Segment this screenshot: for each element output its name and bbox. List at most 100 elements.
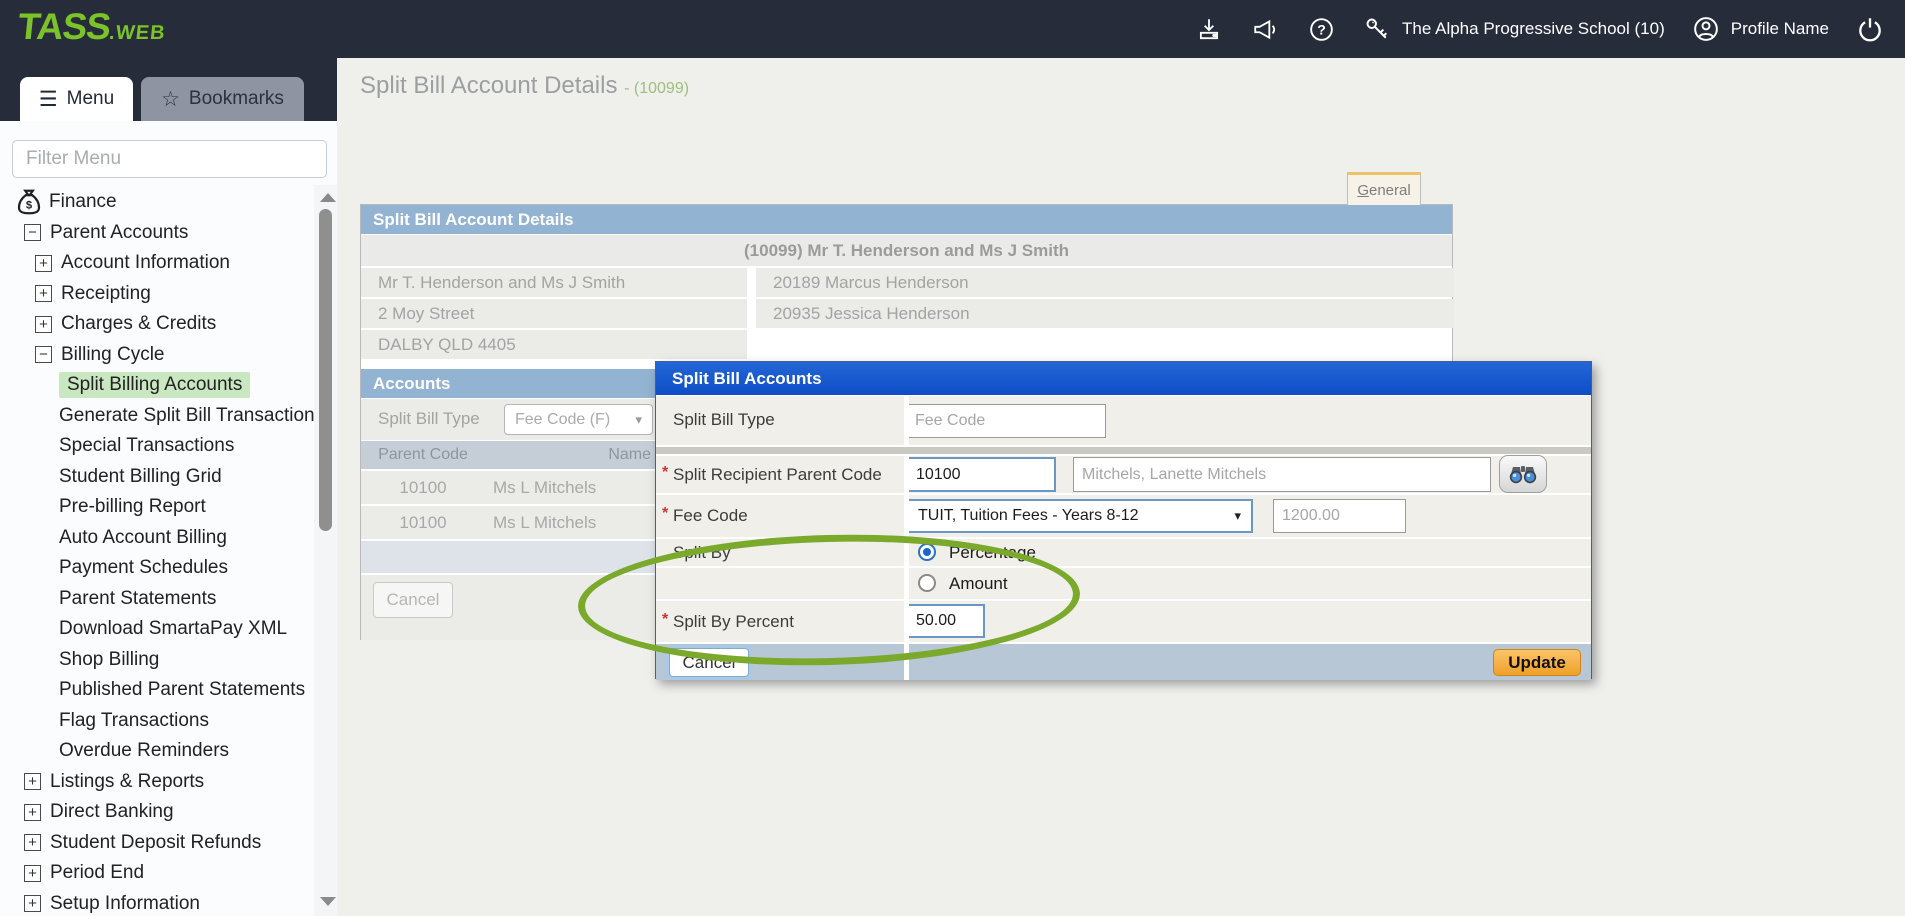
- sidebar-item[interactable]: Flag Transactions: [0, 706, 318, 737]
- sidebar-item-label: Billing Cycle: [61, 344, 164, 366]
- logout-icon[interactable]: [1855, 14, 1885, 44]
- cell-parent-code: 10100: [361, 471, 485, 504]
- sidebar-item[interactable]: Generate Split Bill Transactions: [0, 401, 318, 432]
- sidebar-item[interactable]: Pre-billing Report: [0, 492, 318, 523]
- scroll-up-icon[interactable]: [320, 193, 336, 202]
- split-bill-accounts-modal: Split Bill Accounts Split Bill Type * Sp…: [655, 361, 1592, 679]
- hamburger-icon: ☰: [39, 89, 58, 110]
- sidebar-item-label: Charges & Credits: [61, 313, 216, 335]
- sidebar-item-label: Flag Transactions: [59, 710, 209, 732]
- filter-menu-input[interactable]: [12, 140, 327, 178]
- radio-amount[interactable]: [918, 574, 936, 592]
- sidebar-item-label: Shop Billing: [59, 649, 159, 671]
- student-line: 20189 Marcus Henderson: [756, 268, 1454, 297]
- sidebar-item[interactable]: +Account Information: [0, 248, 318, 279]
- sidebar-item[interactable]: Payment Schedules: [0, 553, 318, 584]
- collapse-icon[interactable]: −: [24, 224, 41, 241]
- expand-icon[interactable]: +: [24, 865, 41, 882]
- expand-icon[interactable]: +: [35, 255, 52, 272]
- accounts-cancel-button[interactable]: Cancel: [373, 582, 453, 618]
- split-bill-type-field[interactable]: [906, 404, 1106, 438]
- tass-logo: TASS.WEB: [16, 6, 169, 48]
- svg-text:?: ?: [1317, 21, 1326, 37]
- fee-code-select[interactable]: TUIT, Tuition Fees - Years 8-12 ▾: [906, 499, 1253, 533]
- sidebar-item[interactable]: −Parent Accounts: [0, 218, 318, 249]
- sidebar-item[interactable]: + Student Deposit Refunds: [0, 828, 318, 859]
- expand-icon[interactable]: +: [24, 834, 41, 851]
- split-percent-label: Split By Percent: [673, 612, 794, 632]
- profile-name: Profile Name: [1731, 19, 1829, 39]
- sidebar-item[interactable]: −Billing Cycle: [0, 340, 318, 371]
- fee-amount-field[interactable]: [1273, 499, 1406, 533]
- modal-title: Split Bill Accounts: [656, 362, 1591, 395]
- scroll-down-icon[interactable]: [320, 897, 336, 906]
- expand-icon[interactable]: +: [35, 316, 52, 333]
- sidebar-item[interactable]: Overdue Reminders: [0, 736, 318, 767]
- sidebar-item[interactable]: +Period End: [0, 858, 318, 889]
- cell-name: Ms L Mitchels: [493, 471, 596, 504]
- logo-text: TASS: [16, 6, 112, 47]
- sidebar-item[interactable]: Student Billing Grid: [0, 462, 318, 493]
- sidebar-item[interactable]: + Setup Information: [0, 889, 318, 916]
- sidebar-item[interactable]: Split Billing Accounts: [0, 370, 318, 401]
- help-icon[interactable]: ?: [1306, 14, 1336, 44]
- modal-update-button[interactable]: Update: [1493, 649, 1581, 676]
- recipient-name-field[interactable]: [1073, 457, 1491, 492]
- sidebar-item-label: Generate Split Bill Transactions: [59, 405, 324, 427]
- page-title-text: Split Bill Account Details: [360, 72, 617, 99]
- page-title-account: - (10099): [624, 80, 689, 97]
- sidebar-item[interactable]: Special Transactions: [0, 431, 318, 462]
- sidebar-item-label: Student Deposit Refunds: [50, 832, 261, 854]
- expand-icon[interactable]: +: [24, 895, 41, 912]
- sidebar-item[interactable]: +Direct Banking: [0, 797, 318, 828]
- top-bar: TASS.WEB ? The Alpha Progressive School …: [0, 0, 1905, 58]
- tab-bookmarks-label: Bookmarks: [189, 88, 284, 110]
- expand-icon[interactable]: +: [24, 804, 41, 821]
- sidebar-scrollbar[interactable]: [314, 185, 337, 916]
- account-banner: (10099) Mr T. Henderson and Ms J Smith: [361, 235, 1452, 266]
- modal-row-recipient: * Split Recipient Parent Code: [656, 456, 1591, 493]
- binoculars-icon: [1509, 463, 1537, 485]
- sidebar-item[interactable]: +Receipting: [0, 279, 318, 310]
- chevron-down-icon: ▾: [1234, 508, 1241, 524]
- expand-icon[interactable]: +: [24, 773, 41, 790]
- modal-row-split-by: Split By Percentage: [656, 539, 1591, 566]
- sidebar-item[interactable]: Download SmartaPay XML: [0, 614, 318, 645]
- announcements-icon[interactable]: [1250, 14, 1280, 44]
- required-asterisk: *: [662, 611, 668, 629]
- key-icon: [1362, 14, 1392, 44]
- tab-menu[interactable]: ☰ Menu: [20, 77, 133, 121]
- sidebar-item-label: Overdue Reminders: [59, 740, 229, 762]
- cell-parent-code: 10100: [361, 506, 485, 539]
- radio-percentage[interactable]: [918, 543, 936, 561]
- search-parent-button[interactable]: [1499, 455, 1547, 493]
- split-bill-type-select[interactable]: Fee Code (F) ▾: [504, 404, 653, 435]
- sidebar-item[interactable]: Published Parent Statements: [0, 675, 318, 706]
- collapse-icon[interactable]: −: [35, 346, 52, 363]
- recipient-code-input[interactable]: [906, 457, 1056, 492]
- address-line: 2 Moy Street: [361, 299, 747, 328]
- sidebar-item[interactable]: $Finance: [0, 187, 318, 218]
- modal-cancel-button[interactable]: Cancel: [669, 648, 749, 677]
- sidebar-item-label: Parent Accounts: [50, 222, 188, 244]
- split-percent-input[interactable]: [906, 604, 985, 638]
- split-bill-type-label: Split Bill Type: [378, 409, 480, 429]
- sidebar-item[interactable]: Parent Statements: [0, 584, 318, 615]
- sidebar-item[interactable]: Shop Billing: [0, 645, 318, 676]
- sidebar-item-label: Setup Information: [50, 893, 200, 915]
- sidebar-item[interactable]: +Listings & Reports: [0, 767, 318, 798]
- modal-row-split-bill-type: Split Bill Type: [656, 396, 1591, 445]
- expand-icon[interactable]: +: [35, 285, 52, 302]
- tab-bookmarks[interactable]: ☆ Bookmarks: [141, 77, 304, 121]
- column-parent-code: Parent Code: [361, 441, 485, 469]
- profile-menu[interactable]: Profile Name: [1691, 14, 1829, 44]
- sidebar-item-label: Auto Account Billing: [59, 527, 227, 549]
- modal-row-amount-option: Amount: [656, 568, 1591, 599]
- sidebar-item[interactable]: + Charges & Credits: [0, 309, 318, 340]
- details-panel-header: Split Bill Account Details: [361, 205, 1452, 234]
- school-switcher[interactable]: The Alpha Progressive School (10): [1362, 14, 1665, 44]
- scrollbar-thumb[interactable]: [319, 209, 332, 531]
- sidebar-item[interactable]: Auto Account Billing: [0, 523, 318, 554]
- download-icon[interactable]: [1194, 14, 1224, 44]
- tab-general[interactable]: General: [1347, 172, 1421, 205]
